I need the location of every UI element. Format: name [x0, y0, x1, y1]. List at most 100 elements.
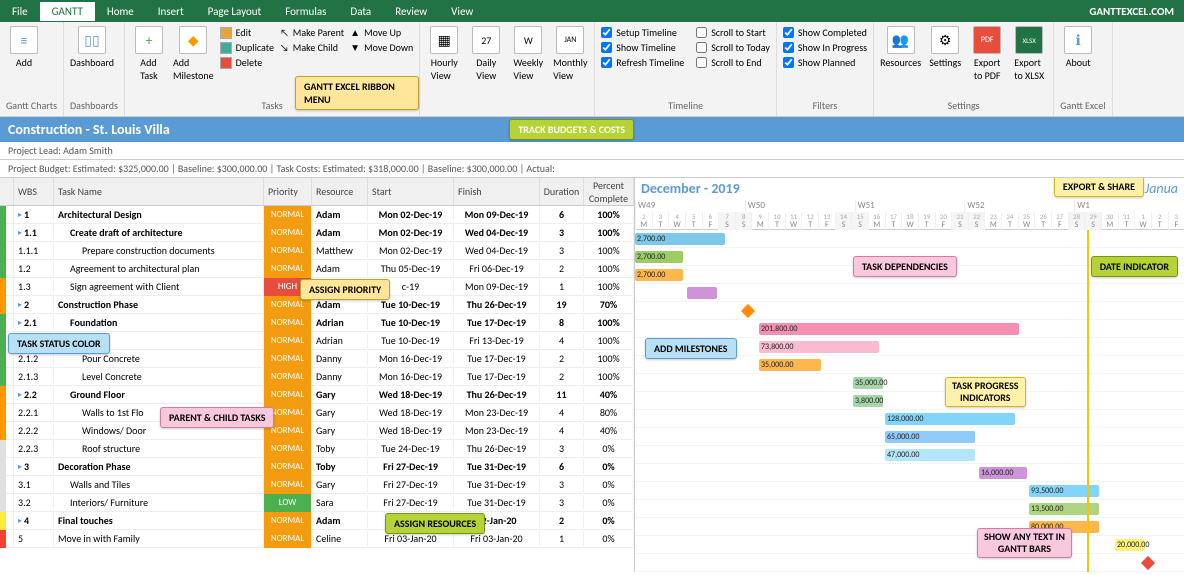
add-task-button[interactable]: +Add Task [131, 26, 167, 82]
milestone-icon[interactable] [741, 304, 755, 318]
monthly-view-button[interactable]: JANMonthly View [552, 26, 588, 82]
edit-task-button[interactable]: Edit [220, 26, 274, 39]
ribbon-group-ganttcharts: ≡Add Gantt Charts [0, 22, 64, 116]
gantt-row: 47,000.00 [635, 446, 1184, 464]
project-budget: Project Budget: Estimated: $325,000.00 |… [0, 160, 1184, 178]
about-button[interactable]: ℹAbout [1060, 26, 1096, 69]
gantt-bar[interactable]: 73,800.00 [759, 341, 879, 353]
move-up-button[interactable]: ▲Move Up [350, 26, 413, 39]
task-table: WBS Task Name Priority Resource Start Fi… [0, 178, 634, 572]
tab-home[interactable]: Home [95, 2, 146, 21]
tab-file[interactable]: File [0, 2, 40, 21]
make-child-button[interactable]: ↘Make Child [280, 41, 344, 54]
scroll-end-check[interactable]: Scroll to End [696, 56, 770, 69]
show-inprogress-check[interactable]: Show In Progress [783, 41, 867, 54]
refresh-timeline-check[interactable]: Refresh Timeline [601, 56, 684, 69]
resources-button[interactable]: 👥Resources [880, 26, 921, 69]
scroll-today-check[interactable]: Scroll to Today [696, 41, 770, 54]
task-row[interactable]: 3.1Walls and TilesNORMALGaryFri 27-Dec-1… [0, 476, 634, 494]
tab-review[interactable]: Review [383, 2, 439, 21]
export-xlsx-button[interactable]: XLSXExport to XLSX [1011, 26, 1047, 82]
task-row[interactable]: 2.2.2Windows/ DoorNORMALGaryWed 18-Dec-1… [0, 422, 634, 440]
gantt-row: 13,500.00 [635, 500, 1184, 518]
timeline-header: December - 2019 Janua EXPORT & SHARE W49… [635, 178, 1184, 230]
gantt-bar[interactable]: 35,000.00 [853, 377, 883, 389]
gantt-row: 201,800.00 [635, 320, 1184, 338]
delete-task-button[interactable]: Delete [220, 56, 274, 69]
export-pdf-button[interactable]: PDFExport to PDF [969, 26, 1005, 82]
gantt-bar[interactable]: 2,700.00 [635, 233, 725, 245]
callout-task-status: TASK STATUS COLOR [8, 333, 110, 354]
task-row[interactable]: ▸1.1Create draft of architectureNORMALAd… [0, 224, 634, 242]
tab-formulas[interactable]: Formulas [273, 2, 338, 21]
task-row[interactable]: 2.2.3Roof structureNORMALTobyTue 24-Dec-… [0, 440, 634, 458]
milestone-icon[interactable] [1141, 556, 1155, 570]
task-row[interactable]: 1.2Agreement to architectural planNORMAL… [0, 260, 634, 278]
site-label: GANTTEXCEL.COM [1089, 5, 1174, 18]
gantt-row: 20,000.00 [635, 536, 1184, 554]
gantt-bar[interactable]: 2,700.00 [635, 251, 683, 263]
tab-data[interactable]: Data [338, 2, 383, 21]
task-row[interactable]: 3.2Interiors/ FurnitureLOWSaraFri 27-Dec… [0, 494, 634, 512]
callout-task-progress: TASK PROGRESSINDICATORS [945, 377, 1026, 407]
task-row[interactable]: 2.1.3Level ConcreteNORMALDannyMon 16-Dec… [0, 368, 634, 386]
gantt-row: 3,800.00 [635, 392, 1184, 410]
add-chart-button[interactable]: ≡Add [6, 26, 42, 69]
gantt-bar[interactable]: 35,000.00 [759, 359, 821, 371]
gantt-bar[interactable]: 2,700.00 [635, 269, 683, 281]
task-row[interactable]: ▸2.2Ground FloorNORMALGaryWed 18-Dec-19T… [0, 386, 634, 404]
ribbon-group-settings: 👥Resources ⚙Settings PDFExport to PDF XL… [874, 22, 1054, 116]
show-planned-check[interactable]: Show Planned [783, 56, 867, 69]
callout-parent-child: PARENT & CHILD TASKS [160, 407, 274, 428]
ribbon: ≡Add Gantt Charts ▯▯Dashboard Dashboards… [0, 22, 1184, 117]
today-indicator [1087, 230, 1089, 572]
task-row[interactable]: ▸2.1FoundationNORMALAdrianTue 10-Dec-19T… [0, 314, 634, 332]
gantt-bar[interactable]: 20,000.00 [1115, 539, 1145, 551]
setup-timeline-check[interactable]: Setup Timeline [601, 26, 684, 39]
task-row[interactable]: 5Move in with FamilyNORMALCelineFri 03-J… [0, 530, 634, 548]
gantt-bar[interactable]: 16,000.00 [979, 467, 1027, 479]
gantt-row: 35,000.00 [635, 374, 1184, 392]
move-down-button[interactable]: ▼Move Down [350, 41, 413, 54]
hourly-view-button[interactable]: ▦Hourly View [426, 26, 462, 82]
callout-export-share: EXPORT & SHARE [1054, 178, 1144, 197]
callout-assign-resources: ASSIGN RESOURCES [385, 513, 485, 534]
tab-insert[interactable]: Insert [146, 2, 196, 21]
callout-date-indicator: DATE INDICATOR [1091, 256, 1178, 277]
add-milestone-button[interactable]: ◆Add Milestone [173, 26, 214, 82]
gantt-bar[interactable]: 3,800.00 [853, 395, 883, 407]
gantt-bar[interactable]: 201,800.00 [759, 323, 1019, 335]
show-completed-check[interactable]: Show Completed [783, 26, 867, 39]
dashboard-button[interactable]: ▯▯Dashboard [70, 26, 114, 69]
task-row[interactable]: ▸1Architectural DesignNORMALAdamMon 02-D… [0, 206, 634, 224]
make-parent-button[interactable]: ↖Make Parent [280, 26, 344, 39]
callout-ribbon-menu: GANTT EXCEL RIBBON MENU [295, 76, 419, 110]
callout-track-budgets: TRACK BUDGETS & COSTS [509, 119, 634, 140]
callout-add-milestones: ADD MILESTONES [645, 338, 737, 359]
gantt-bar[interactable]: 47,000.00 [885, 449, 975, 461]
callout-task-deps: TASK DEPENDENCIES [853, 256, 957, 277]
gantt-bar[interactable] [687, 287, 717, 299]
task-row[interactable]: ▸4Final touchesNORMALAdam02-Jan-2020% [0, 512, 634, 530]
gantt-bar[interactable]: 128,000.00 [885, 413, 1015, 425]
ribbon-group-filters: Show Completed Show In Progress Show Pla… [777, 22, 874, 116]
tab-view[interactable]: View [439, 2, 485, 21]
ribbon-group-about: ℹAbout Gantt Excel [1054, 22, 1112, 116]
settings-button[interactable]: ⚙Settings [927, 26, 963, 69]
tab-pagelayout[interactable]: Page Layout [196, 2, 274, 21]
scroll-start-check[interactable]: Scroll to Start [696, 26, 770, 39]
task-row[interactable]: ▸3Decoration PhaseNORMALTobyFri 27-Dec-1… [0, 458, 634, 476]
duplicate-task-button[interactable]: Duplicate [220, 41, 274, 54]
tab-gantt[interactable]: GANTT [40, 2, 95, 21]
tab-strip: File GANTT Home Insert Page Layout Formu… [0, 0, 1184, 22]
task-row[interactable]: 1.1.1Prepare construction documentsNORMA… [0, 242, 634, 260]
column-headers: WBS Task Name Priority Resource Start Fi… [0, 178, 634, 206]
callout-assign-priority: ASSIGN PRIORITY [300, 279, 390, 300]
project-title: Construction - St. Louis Villa [8, 121, 170, 138]
gantt-row: 128,000.00 [635, 410, 1184, 428]
task-row[interactable]: 2.2.1Walls to 1st FloNORMALGaryWed 18-De… [0, 404, 634, 422]
gantt-bar[interactable]: 65,000.00 [885, 431, 975, 443]
show-timeline-check[interactable]: Show Timeline [601, 41, 684, 54]
weekly-view-button[interactable]: WWeekly View [510, 26, 546, 82]
daily-view-button[interactable]: 27Daily View [468, 26, 504, 82]
